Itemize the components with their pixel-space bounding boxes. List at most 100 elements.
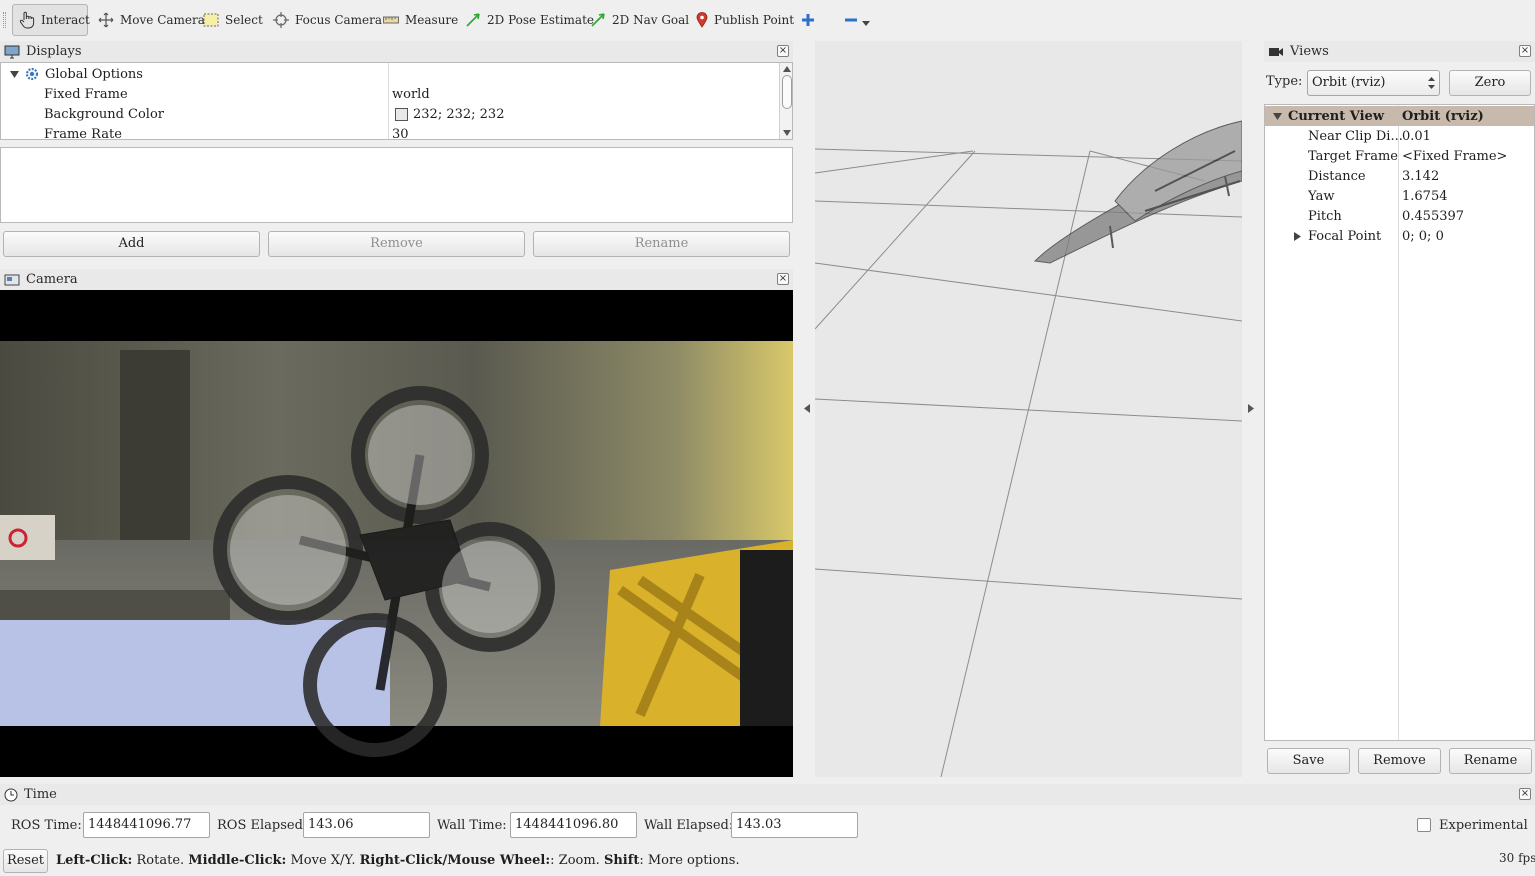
view-type-select[interactable]: Orbit (rviz) <box>1307 70 1440 96</box>
ros-elapsed-field[interactable]: 143.06 <box>303 812 430 838</box>
wall-time-label: Wall Time: <box>437 818 507 833</box>
focal-point-value[interactable]: 0; 0; 0 <box>1402 229 1444 244</box>
views-panel-header: Views <box>1264 41 1535 62</box>
view-type-label: Type: <box>1266 74 1303 89</box>
background-color-label: Background Color <box>44 106 164 122</box>
color-swatch[interactable] <box>395 108 408 121</box>
select-label: Select <box>225 13 263 27</box>
frame-rate-row[interactable]: Frame Rate 30 <box>1 124 776 140</box>
fixed-frame-row[interactable]: Fixed Frame world <box>1 84 776 104</box>
pose-estimate-label: 2D Pose Estimate <box>487 13 594 27</box>
left-splitter-arrow-icon[interactable] <box>804 404 810 413</box>
frame-rate-value[interactable]: 30 <box>392 127 409 140</box>
move-camera-label: Move Camera <box>120 13 205 27</box>
displays-close-button[interactable]: × <box>777 45 789 57</box>
3d-viewport[interactable] <box>815 41 1242 777</box>
ros-time-field[interactable]: 1448441096.77 <box>83 812 210 838</box>
global-options-row[interactable]: Global Options <box>1 64 776 84</box>
rename-display-button[interactable]: Rename <box>533 231 790 257</box>
background-color-row[interactable]: Background Color 232; 232; 232 <box>1 104 776 124</box>
displays-panel-header: Displays <box>0 41 793 62</box>
pitch-row[interactable]: Pitch 0.455397 <box>1265 206 1534 226</box>
scrollbar-thumb[interactable] <box>782 75 792 109</box>
interact-label: Interact <box>41 13 90 27</box>
ruler-icon <box>383 16 399 24</box>
fixed-frame-value[interactable]: world <box>392 87 430 102</box>
nav-goal-tool-button[interactable]: 2D Nav Goal <box>584 4 695 36</box>
scroll-up-arrow-icon[interactable] <box>783 66 791 72</box>
time-close-button[interactable]: × <box>1519 788 1531 800</box>
camera-close-button[interactable]: × <box>777 273 789 285</box>
remove-display-button[interactable]: Remove <box>268 231 525 257</box>
zero-view-button[interactable]: Zero <box>1449 70 1531 96</box>
right-splitter-arrow-icon[interactable] <box>1248 404 1254 413</box>
toolbar-grip[interactable] <box>3 12 6 28</box>
camera-panel-icon <box>4 274 20 285</box>
collapsed-arrow-icon[interactable] <box>1294 232 1301 241</box>
save-view-button[interactable]: Save <box>1267 748 1350 774</box>
yaw-value[interactable]: 1.6754 <box>1402 189 1448 204</box>
near-clip-value[interactable]: 0.01 <box>1402 129 1431 144</box>
wall-elapsed-label: Wall Elapsed: <box>644 818 734 833</box>
focal-point-label: Focal Point <box>1308 228 1382 244</box>
target-frame-label: Target Frame <box>1308 148 1399 164</box>
frame-rate-label: Frame Rate <box>44 126 122 140</box>
add-tool-button[interactable] <box>795 4 821 36</box>
target-frame-row[interactable]: Target Frame <Fixed Frame> <box>1265 146 1534 166</box>
background-color-value[interactable]: 232; 232; 232 <box>413 107 504 122</box>
pitch-label: Pitch <box>1308 208 1342 224</box>
time-panel-header: Time <box>0 784 1535 805</box>
pose-estimate-tool-button[interactable]: 2D Pose Estimate <box>459 4 600 36</box>
views-tree: Current View Orbit (rviz) Near Clip Di..… <box>1264 104 1535 741</box>
target-frame-value[interactable]: <Fixed Frame> <box>1402 149 1507 164</box>
nav-goal-label: 2D Nav Goal <box>612 13 690 27</box>
focal-point-row[interactable]: Focal Point 0; 0; 0 <box>1265 226 1534 246</box>
views-close-button[interactable]: × <box>1519 45 1531 57</box>
toolbar: Interact Move Camera Select Focus Camera… <box>0 0 1535 40</box>
experimental-checkbox[interactable] <box>1417 818 1431 832</box>
green-arrow-icon <box>466 13 480 27</box>
measure-tool-button[interactable]: Measure <box>377 4 464 36</box>
video-camera-icon <box>1269 47 1283 56</box>
ros-elapsed-label: ROS Elapsed: <box>217 818 308 833</box>
yaw-label: Yaw <box>1308 188 1335 204</box>
displays-scrollbar[interactable] <box>779 63 792 139</box>
displays-tree: Global Options Fixed Frame world Backgro… <box>0 62 793 140</box>
focus-camera-tool-button[interactable]: Focus Camera <box>267 4 388 36</box>
fixed-frame-label: Fixed Frame <box>44 86 128 102</box>
publish-point-tool-button[interactable]: Publish Point <box>690 4 800 36</box>
wall-elapsed-field[interactable]: 143.03 <box>731 812 858 838</box>
pitch-value[interactable]: 0.455397 <box>1402 209 1464 224</box>
distance-row[interactable]: Distance 3.142 <box>1265 166 1534 186</box>
move-arrows-icon <box>98 12 114 28</box>
global-options-label: Global Options <box>45 66 143 82</box>
reset-button[interactable]: Reset <box>3 849 48 873</box>
grid-and-model-render <box>815 120 1242 777</box>
yaw-row[interactable]: Yaw 1.6754 <box>1265 186 1534 206</box>
remove-tool-menu-button[interactable] <box>838 4 876 36</box>
expand-arrow-icon[interactable] <box>1273 112 1282 121</box>
camera-title: Camera <box>26 272 78 287</box>
shift-key: Shift <box>603 853 640 868</box>
wall-time-field[interactable]: 1448441096.80 <box>510 812 637 838</box>
current-view-row[interactable]: Current View Orbit (rviz) <box>1265 106 1534 126</box>
near-clip-row[interactable]: Near Clip Di... 0.01 <box>1265 126 1534 146</box>
plus-icon <box>802 14 814 26</box>
camera-feed-image <box>0 341 793 757</box>
left-click-action: Rotate. <box>136 853 185 868</box>
views-title: Views <box>1290 44 1329 59</box>
expand-arrow-icon[interactable] <box>10 70 19 79</box>
scroll-down-arrow-icon[interactable] <box>783 130 791 136</box>
left-click-key: Left-Click: <box>56 853 133 868</box>
green-arrow-icon <box>591 13 605 27</box>
spinner-arrows-icon <box>1428 77 1435 89</box>
remove-view-button[interactable]: Remove <box>1358 748 1441 774</box>
middle-click-action: Move X/Y. <box>290 853 356 868</box>
add-display-button[interactable]: Add <box>3 231 260 257</box>
select-tool-button[interactable]: Select <box>197 4 269 36</box>
move-camera-tool-button[interactable]: Move Camera <box>92 4 211 36</box>
distance-value[interactable]: 3.142 <box>1402 169 1439 184</box>
experimental-label: Experimental <box>1439 818 1528 833</box>
interact-tool-button[interactable]: Interact <box>12 4 90 36</box>
rename-view-button[interactable]: Rename <box>1449 748 1532 774</box>
